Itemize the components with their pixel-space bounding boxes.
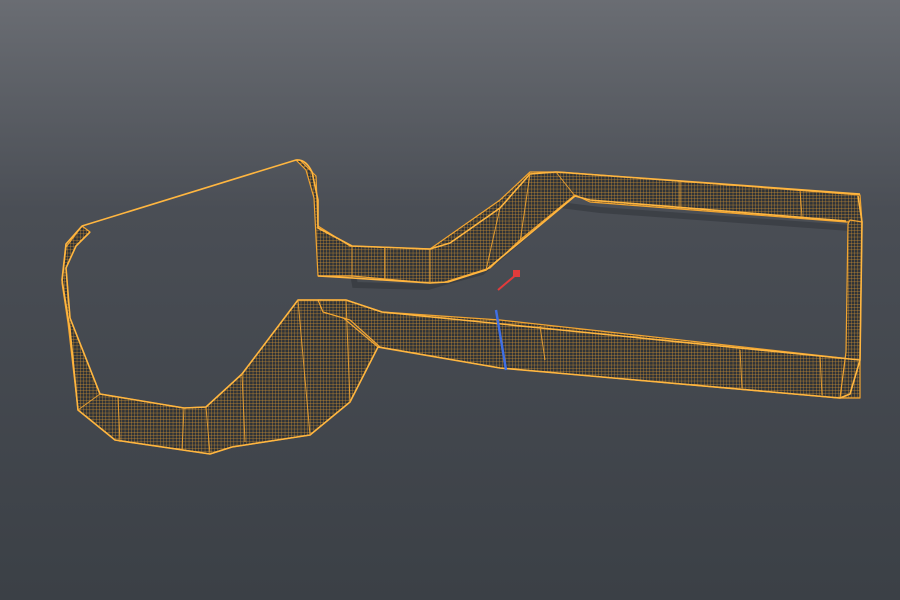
viewport-background	[0, 0, 900, 600]
3d-viewport[interactable]	[0, 0, 900, 600]
gizmo-x-axis-handle[interactable]	[513, 270, 520, 277]
viewport-canvas[interactable]	[0, 0, 900, 600]
